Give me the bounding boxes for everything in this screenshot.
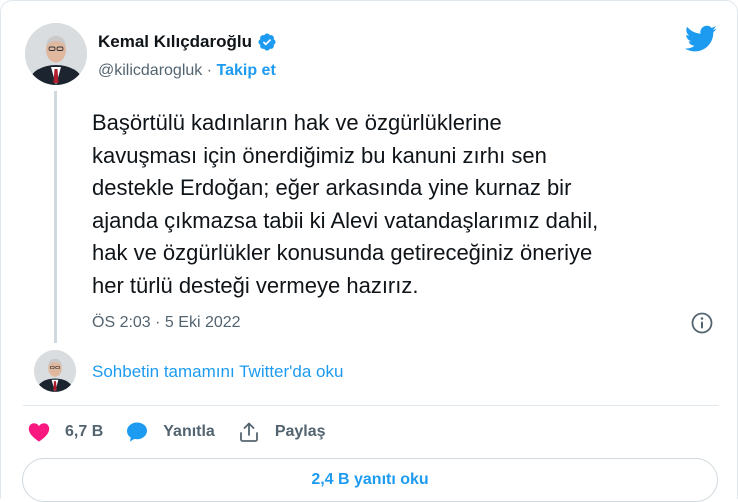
thread-avatar-portrait-image: [34, 350, 76, 392]
share-icon: [239, 422, 258, 442]
follow-button[interactable]: Takip et: [217, 62, 276, 79]
reply-label: Yanıtla: [163, 423, 215, 440]
twitter-bird-icon[interactable]: [685, 25, 717, 53]
tweet-actions: 6,7 B Yanıtla Paylaş: [27, 420, 348, 444]
read-conversation-link[interactable]: Sohbetin tamamını Twitter'da oku: [92, 362, 343, 382]
like-button[interactable]: 6,7 B: [27, 420, 103, 444]
author-name[interactable]: Kemal Kılıçdaroğlu: [98, 32, 252, 52]
author-handle[interactable]: @kilicdarogluk: [98, 62, 202, 79]
action-divider: [23, 405, 719, 406]
author-name-row: Kemal Kılıçdaroğlu: [98, 32, 277, 52]
share-button[interactable]: Paylaş: [237, 420, 326, 444]
heart-icon: [28, 423, 50, 442]
info-icon[interactable]: [690, 311, 714, 335]
handle-separator: ·: [202, 62, 217, 79]
read-replies-button[interactable]: 2,4 B yanıtı oku: [22, 458, 718, 502]
like-count: 6,7 B: [65, 423, 104, 440]
avatar-portrait-image: [25, 23, 87, 85]
author-avatar[interactable]: [25, 23, 87, 85]
thread-avatar[interactable]: [34, 350, 76, 392]
author-handle-row: @kilicdarogluk · Takip et: [98, 62, 276, 80]
reply-button[interactable]: Yanıtla: [125, 420, 215, 444]
tweet-embed-card: Kemal Kılıçdaroğlu @kilicdarogluk · Taki…: [0, 0, 738, 502]
tweet-timestamp[interactable]: ÖS 2:03 · 5 Eki 2022: [92, 314, 241, 332]
share-label: Paylaş: [274, 423, 326, 440]
thread-connector-line: [54, 91, 57, 343]
tweet-text: Başörtülü kadınların hak ve özgürlükleri…: [92, 110, 599, 298]
speech-bubble-icon: [127, 422, 148, 442]
verified-badge-icon: [258, 33, 276, 51]
